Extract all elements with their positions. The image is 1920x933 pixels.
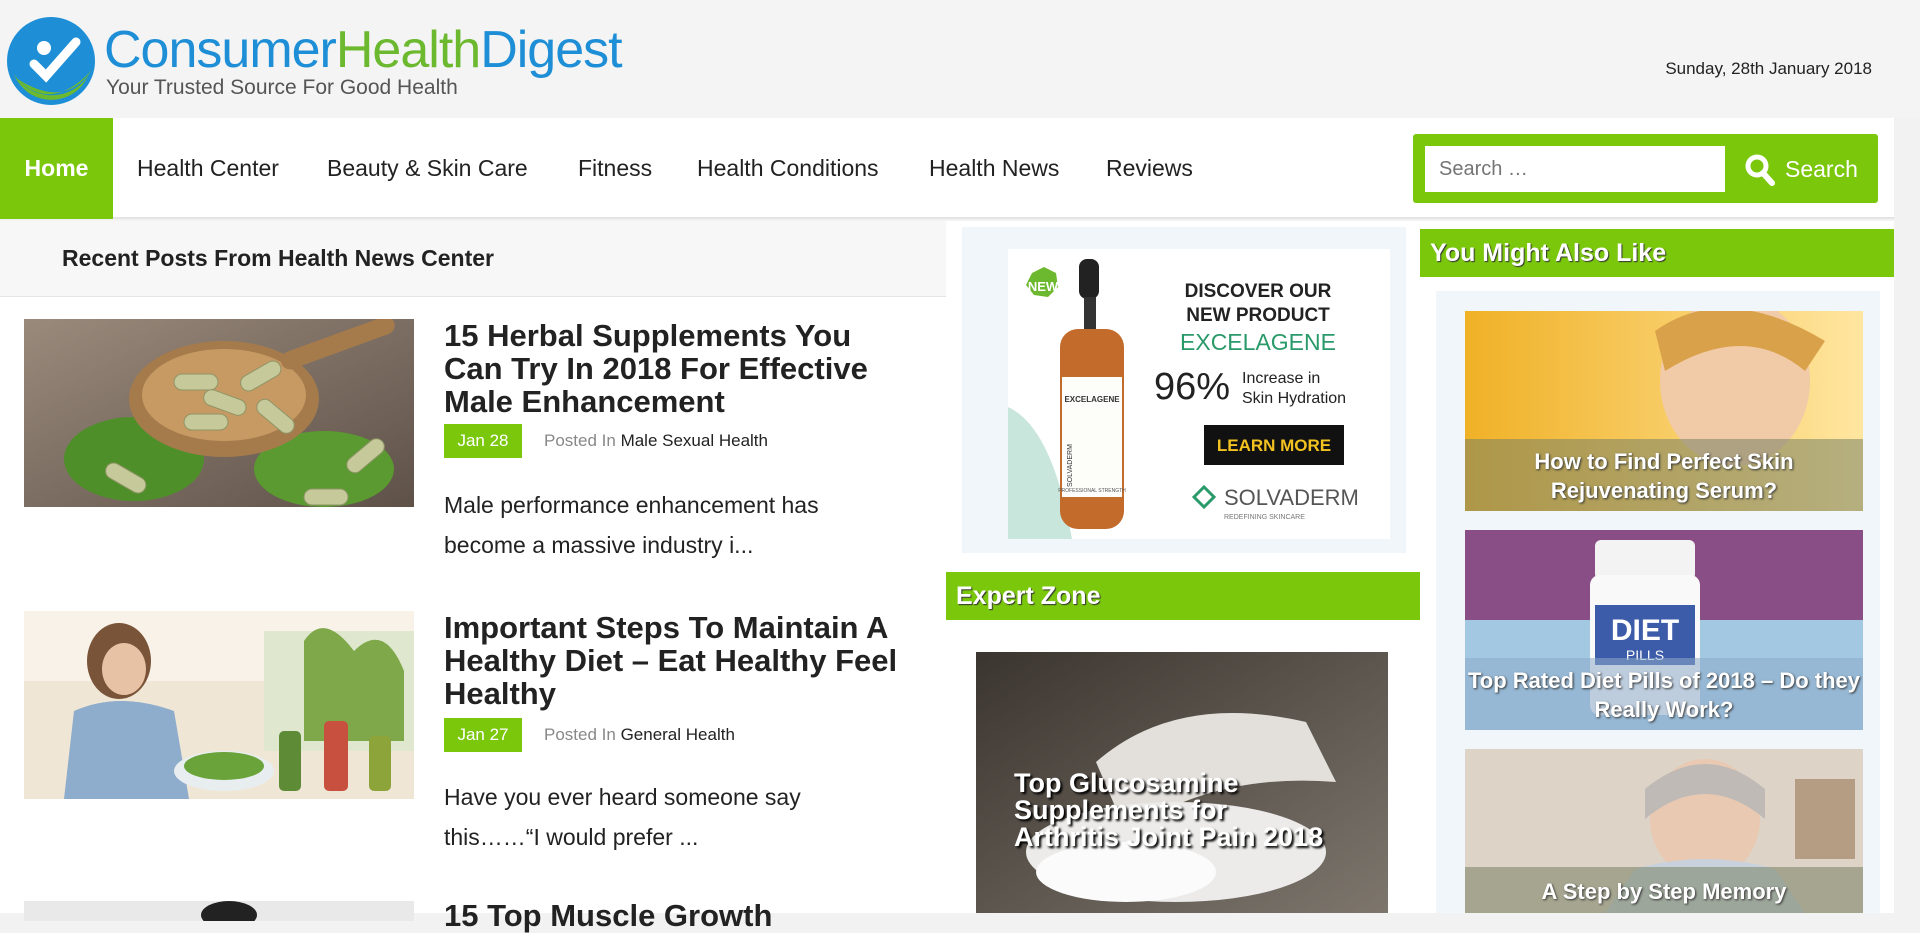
expert-article-title: Top Glucosamine Supplements for Arthriti… — [1014, 768, 1324, 852]
nav-reviews[interactable]: Reviews — [1106, 118, 1193, 219]
woman-eating-salad-image — [24, 611, 414, 799]
post-date-badge: Jan 27 — [444, 718, 522, 752]
post-thumbnail[interactable] — [24, 319, 414, 507]
site-header: ConsumerHealthDigest Your Trusted Source… — [0, 0, 1920, 118]
expert-zone-header: Expert Zone — [946, 572, 1420, 620]
recommended-item-title: Top Rated Diet Pills of 2018 – Do they R… — [1465, 658, 1863, 730]
muscle-growth-image — [24, 901, 414, 921]
nav-health-news[interactable]: Health News — [929, 118, 1059, 219]
ad-percent: 96% — [1154, 366, 1230, 408]
search-input[interactable] — [1425, 146, 1725, 192]
logo-title: ConsumerHealthDigest — [104, 21, 623, 79]
search-button[interactable]: Search — [1731, 146, 1869, 192]
recommended-item-title: A Step by Step Memory — [1465, 867, 1863, 913]
recent-posts-section: Recent Posts From Health News Center 15 … — [0, 221, 946, 932]
recommended-item[interactable]: DIET PILLS Top Rated Diet Pills of 2018 … — [1465, 530, 1863, 730]
ad-cta: LEARN MORE — [1217, 436, 1331, 455]
nav-beauty-skin-care[interactable]: Beauty & Skin Care — [327, 118, 528, 219]
sidebar-header: You Might Also Like — [1420, 229, 1894, 277]
nav-home[interactable]: Home — [0, 118, 113, 219]
post-item: Important Steps To Maintain A Healthy Di… — [24, 611, 924, 861]
sidebar-title: You Might Also Like — [1430, 239, 1667, 267]
nav-health-center[interactable]: Health Center — [137, 118, 279, 219]
post-date-badge: Jan 28 — [444, 424, 522, 458]
post-meta: Jan 28 Posted In Male Sexual Health — [444, 424, 768, 458]
expert-zone-title: Expert Zone — [956, 582, 1101, 610]
bottle-footer-text: PROFESSIONAL STRENGTH — [1058, 488, 1126, 494]
logo-check-icon — [7, 17, 95, 105]
bottle-label: EXCELAGENE — [1064, 395, 1120, 404]
post-title[interactable]: 15 Herbal Supplements You Can Try In 201… — [444, 319, 914, 418]
search-button-label: Search — [1785, 156, 1858, 182]
section-header: Recent Posts From Health News Center — [0, 221, 946, 297]
recommended-item-title: How to Find Perfect Skin Rejuvenating Se… — [1465, 439, 1863, 511]
bottle-side-text: SOLVADERM — [1067, 444, 1074, 487]
logo-tagline: Your Trusted Source For Good Health — [106, 76, 458, 99]
post-title[interactable]: 15 Top Muscle Growth — [444, 899, 914, 932]
ad-line1: DISCOVER OUR — [1185, 281, 1332, 302]
post-thumbnail[interactable] — [24, 611, 414, 799]
diet-jar-label: DIET — [1611, 614, 1679, 647]
middle-column: NEW EXCELAGENE SOLVADERM PROFESSIONAL ST… — [946, 221, 1420, 913]
ad-claim1: Increase in — [1242, 370, 1320, 387]
post-meta: Jan 27 Posted In General Health — [444, 718, 735, 752]
sidebar: You Might Also Like How to Find Perfect … — [1420, 221, 1894, 913]
current-date: Sunday, 28th January 2018 — [1665, 59, 1872, 78]
product-ad-banner[interactable]: NEW EXCELAGENE SOLVADERM PROFESSIONAL ST… — [962, 227, 1406, 553]
site-logo[interactable]: ConsumerHealthDigest Your Trusted Source… — [0, 12, 720, 112]
section-title: Recent Posts From Health News Center — [62, 245, 495, 271]
post-item: 15 Herbal Supplements You Can Try In 201… — [24, 319, 924, 569]
ad-line2: NEW PRODUCT — [1186, 305, 1330, 326]
ad-brand-sub: REDEFINING SKINCARE — [1224, 514, 1305, 521]
ad-brand: SOLVADERM — [1224, 485, 1359, 510]
posted-in-label: Posted In — [544, 725, 616, 744]
nav-health-conditions[interactable]: Health Conditions — [697, 118, 879, 219]
nav-fitness[interactable]: Fitness — [578, 118, 652, 219]
herbal-capsules-image — [24, 319, 414, 507]
ad-claim2: Skin Hydration — [1242, 390, 1346, 407]
post-title[interactable]: Important Steps To Maintain A Healthy Di… — [444, 611, 914, 710]
post-item: 15 Top Muscle Growth — [24, 899, 924, 932]
ad-new-badge: NEW — [1028, 279, 1059, 294]
recommended-item[interactable]: A Step by Step Memory — [1465, 749, 1863, 913]
post-excerpt: Male performance enhancement has become … — [444, 492, 819, 558]
post-thumbnail[interactable] — [24, 901, 414, 921]
post-category-link[interactable]: General Health — [621, 725, 735, 744]
post-excerpt: Have you ever heard someone say this……“I… — [444, 784, 801, 850]
ad-product-name: EXCELAGENE — [1180, 329, 1336, 355]
search-icon — [1745, 154, 1775, 186]
expert-article-card[interactable]: Top Glucosamine Supplements for Arthriti… — [976, 652, 1388, 913]
main-nav: Home Health Center Beauty & Skin Care Fi… — [0, 118, 1894, 219]
posted-in-label: Posted In — [544, 431, 616, 450]
search-form: Search — [1413, 134, 1878, 203]
post-category-link[interactable]: Male Sexual Health — [621, 431, 768, 450]
recommended-item[interactable]: How to Find Perfect Skin Rejuvenating Se… — [1465, 311, 1863, 511]
excelagene-ad-image: NEW EXCELAGENE SOLVADERM PROFESSIONAL ST… — [962, 227, 1406, 553]
